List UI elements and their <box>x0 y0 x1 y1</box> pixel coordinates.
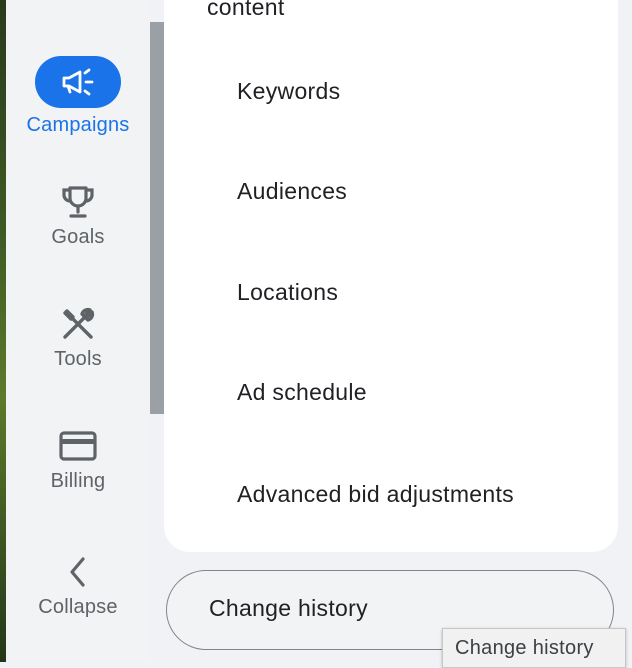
menu-item-ad-schedule[interactable]: Ad schedule <box>237 379 367 406</box>
menu-item-advanced-bid-adjustments[interactable]: Advanced bid adjustments <box>237 481 514 508</box>
left-navigation: Campaigns Goals Tools Billing Collapse <box>6 0 150 662</box>
submenu-partial-heading: content <box>207 0 285 20</box>
trophy-icon <box>56 184 100 220</box>
nav-item-goals[interactable]: Goals <box>6 184 150 249</box>
nav-label-campaigns: Campaigns <box>26 114 130 136</box>
chevron-left-icon <box>56 554 100 590</box>
menu-item-audiences[interactable]: Audiences <box>237 178 347 205</box>
credit-card-icon <box>56 428 100 464</box>
nav-label-goals: Goals <box>51 226 105 248</box>
nav-scrollbar[interactable] <box>150 22 164 414</box>
nav-item-campaigns[interactable]: Campaigns <box>6 56 150 137</box>
nav-item-collapse[interactable]: Collapse <box>6 554 150 619</box>
nav-label-collapse: Collapse <box>38 596 118 618</box>
tools-icon <box>56 306 100 342</box>
submenu-panel <box>164 0 618 552</box>
nav-item-tools[interactable]: Tools <box>6 306 150 371</box>
menu-item-locations[interactable]: Locations <box>237 279 338 306</box>
megaphone-icon <box>35 56 121 108</box>
menu-item-keywords[interactable]: Keywords <box>237 78 340 105</box>
change-history-tooltip: Change history <box>442 628 626 668</box>
nav-item-billing[interactable]: Billing <box>6 428 150 493</box>
nav-label-billing: Billing <box>50 470 106 492</box>
change-history-label: Change history <box>209 595 368 621</box>
nav-label-tools: Tools <box>54 348 102 370</box>
